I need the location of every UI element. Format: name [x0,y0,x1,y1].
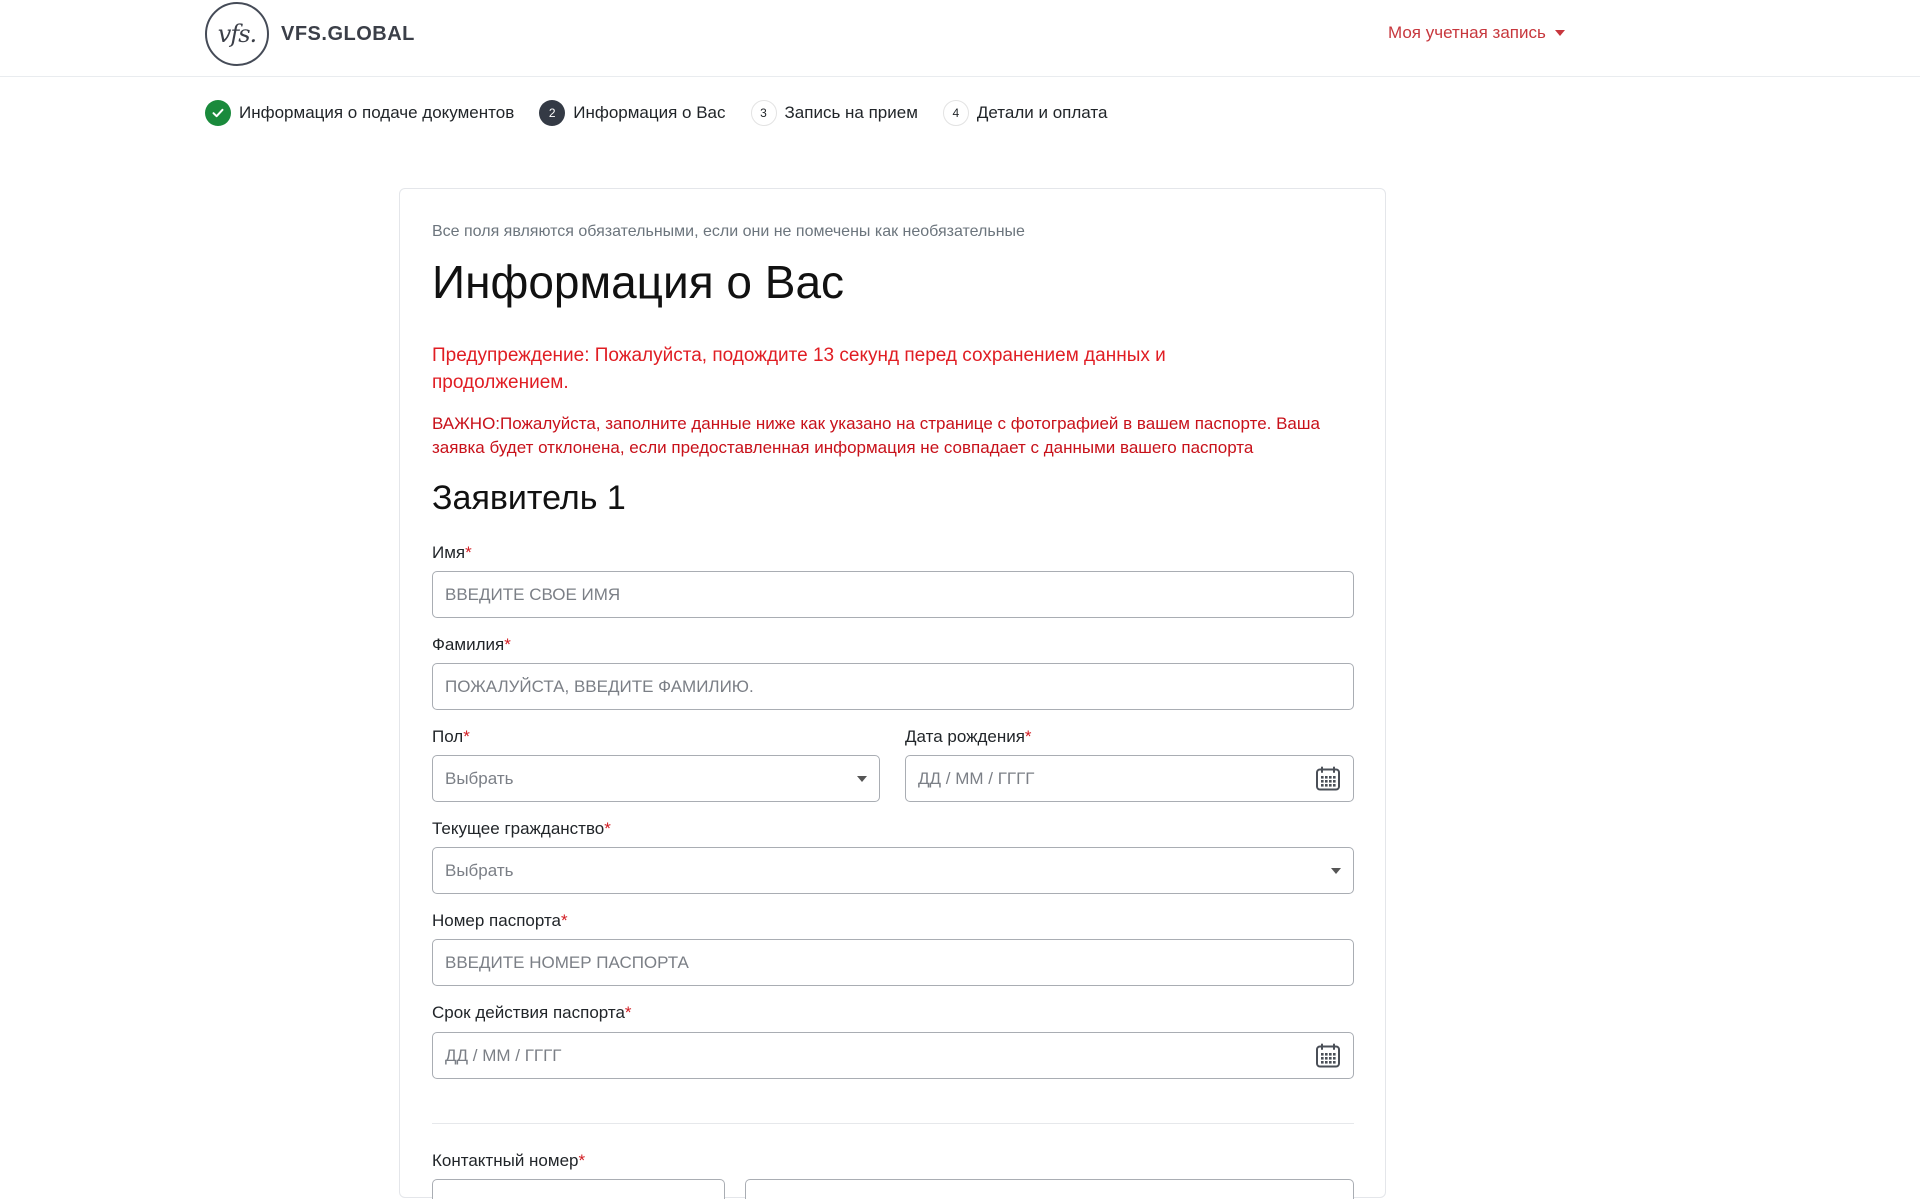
passport-number-label-text: Номер паспорта [432,911,562,930]
first-name-label-text: Имя [432,543,466,562]
passport-number-placeholder: ВВЕДИТЕ НОМЕР ПАСПОРТА [445,952,689,972]
top-header: vfs. VFS.GLOBAL Моя учетная запись [0,0,1920,77]
chevron-down-icon [1331,867,1341,874]
dob-input[interactable]: ДД / ММ / ГГГГ [905,755,1354,802]
passport-expiry-input[interactable]: ДД / ММ / ГГГГ [432,1032,1354,1079]
vfs-logo[interactable]: vfs. VFS.GLOBAL [205,2,415,66]
step-number-badge: 4 [942,100,969,126]
last-name-label-text: Фамилия [432,635,505,654]
gender-select[interactable]: Выбрать [432,755,880,802]
required-asterisk: * [604,819,611,838]
vfs-logo-text: VFS.GLOBAL [281,22,415,45]
dob-label: Дата рождения* [905,727,1032,747]
step-label: Детали и оплата [976,103,1108,122]
step-details-payment[interactable]: 4 Детали и оплата [942,100,1108,126]
gender-label-text: Пол [432,727,464,746]
gender-selected-value: Выбрать [445,768,514,788]
calendar-icon[interactable] [1315,1043,1341,1069]
chevron-down-icon [1554,30,1565,36]
applicant-form-card: Все поля являются обязательными, если он… [399,188,1386,1199]
country-code-input[interactable] [432,1179,725,1199]
dob-label-text: Дата рождения [905,727,1025,746]
required-asterisk: * [561,911,568,930]
citizenship-label: Текущее гражданство* [432,819,611,839]
page-title: Информация о Вас [432,256,845,308]
required-asterisk: * [578,1151,586,1170]
first-name-placeholder: ВВЕДИТЕ СВОЕ ИМЯ [445,584,621,604]
passport-expiry-label: Срок действия паспорта* [432,1003,632,1023]
progress-stepper: Информация о подаче документов 2 Информа… [205,100,1132,126]
section-divider [432,1123,1354,1124]
step-label: Информация о Вас [573,103,726,122]
passport-expiry-placeholder: ДД / ММ / ГГГГ [445,1045,562,1065]
step-appointment[interactable]: 3 Запись на прием [750,100,918,126]
passport-number-label: Номер паспорта* [432,911,568,931]
last-name-input[interactable]: ПОЖАЛУЙСТА, ВВЕДИТЕ ФАМИЛИЮ. [432,663,1354,710]
citizenship-selected-value: Выбрать [445,860,514,880]
applicant-heading: Заявитель 1 [432,479,626,517]
vfs-logo-mark: vfs. [205,2,269,66]
citizenship-label-text: Текущее гражданство [432,819,605,838]
passport-number-input[interactable]: ВВЕДИТЕ НОМЕР ПАСПОРТА [432,939,1354,986]
calendar-icon[interactable] [1315,766,1341,792]
account-menu-label: Моя учетная запись [1388,23,1546,42]
step-number-badge: 3 [750,100,777,126]
account-menu-dropdown[interactable]: Моя учетная запись [1388,23,1565,43]
wait-warning: Предупреждение: Пожалуйста, подождите 13… [432,345,1166,393]
step-label: Запись на прием [784,103,918,122]
step-label: Информация о подаче документов [239,103,515,122]
dob-placeholder: ДД / ММ / ГГГГ [918,768,1035,788]
step-number-badge: 2 [539,100,566,126]
contact-number-label-text: Контактный номер [432,1151,579,1170]
last-name-label: Фамилия* [432,635,511,655]
chevron-down-icon [857,775,867,782]
required-asterisk: * [465,543,472,562]
contact-number-label: Контактный номер* [432,1151,585,1171]
required-fields-note: Все поля являются обязательными, если он… [432,223,1025,240]
last-name-placeholder: ПОЖАЛУЙСТА, ВВЕДИТЕ ФАМИЛИЮ. [445,676,754,696]
required-asterisk: * [624,1003,632,1022]
citizenship-select[interactable]: Выбрать [432,847,1354,894]
first-name-label: Имя* [432,543,472,563]
gender-label: Пол* [432,727,470,747]
step-about-you[interactable]: 2 Информация о Вас [539,100,726,126]
required-asterisk: * [463,727,470,746]
required-asterisk: * [504,635,511,654]
passport-expiry-label-text: Срок действия паспорта [432,1003,625,1022]
contact-number-input[interactable] [745,1179,1354,1199]
required-asterisk: * [1024,727,1032,746]
important-notice: ВАЖНО:Пожалуйста, заполните данные ниже … [432,414,1320,457]
check-circle-icon [205,100,231,126]
step-submission-info[interactable]: Информация о подаче документов [205,100,514,126]
first-name-input[interactable]: ВВЕДИТЕ СВОЕ ИМЯ [432,571,1354,618]
